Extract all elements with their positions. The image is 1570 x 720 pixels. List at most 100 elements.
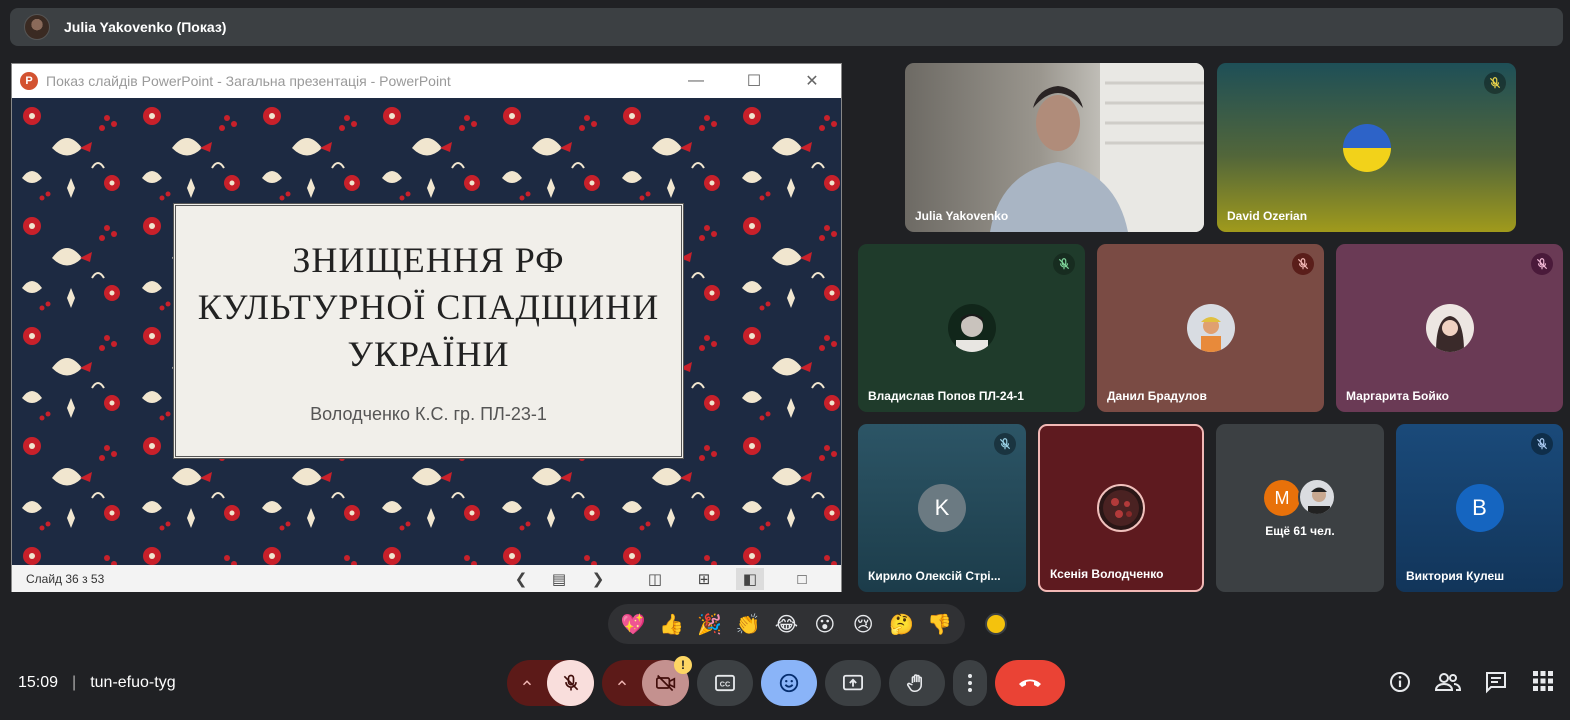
avatar: M — [1264, 480, 1300, 516]
slide-canvas: ЗНИЩЕННЯ РФ КУЛЬТУРНОЇ СПАДЩИНИ УКРАЇНИ … — [12, 98, 841, 565]
slide-title-line-1: ЗНИЩЕННЯ РФ — [292, 240, 565, 280]
participant-tile[interactable]: Julia Yakovenko — [905, 63, 1204, 232]
camera-warning-badge: ! — [674, 656, 692, 674]
presenter-bar[interactable]: Julia Yakovenko (Показ) — [10, 8, 1563, 46]
participant-name: Маргарита Бойко — [1346, 389, 1449, 403]
participant-video — [990, 63, 1204, 232]
normal-view-icon[interactable]: ◫ — [641, 568, 669, 590]
more-participants-count: Ещё 61 чел. — [1265, 524, 1335, 538]
raise-hand-button[interactable] — [889, 660, 945, 706]
captions-button[interactable]: CC — [697, 660, 753, 706]
meeting-details-button[interactable] — [1388, 670, 1412, 694]
mic-off-icon — [1531, 253, 1553, 275]
camera-options-chevron-icon[interactable] — [602, 676, 642, 690]
participant-tile-active[interactable]: Ксенія Володченко — [1038, 424, 1204, 592]
participant-name: Кирило Олексій Стрі... — [868, 569, 1001, 583]
participant-tile[interactable]: Данил Брадулов — [1097, 244, 1324, 412]
next-slide-icon[interactable]: ❯ — [584, 568, 612, 590]
powerpoint-logo-icon: P — [20, 72, 38, 90]
close-icon[interactable]: ✕ — [783, 64, 841, 98]
ppt-window-title: Показ слайдів PowerPoint - Загальна през… — [46, 73, 451, 89]
thinking-reaction[interactable]: 🤔 — [885, 612, 917, 637]
avatar — [1425, 304, 1474, 352]
skin-tone-selector[interactable] — [985, 613, 1007, 635]
laughing-reaction[interactable]: 😂 — [770, 612, 802, 637]
surprised-reaction[interactable]: 😮 — [809, 612, 841, 637]
mic-off-icon — [1292, 253, 1314, 275]
slide-title-line-3: УКРАЇНИ — [347, 334, 510, 374]
participant-tile[interactable]: Маргарита Бойко — [1336, 244, 1563, 412]
present-screen-icon — [843, 674, 863, 691]
slide-subtitle: Володченко К.С. гр. ПЛ-23-1 — [310, 404, 547, 424]
participant-name: Владислав Попов ПЛ-24-1 — [868, 389, 1024, 403]
mic-off-icon — [1484, 72, 1506, 94]
avatar — [1097, 484, 1145, 532]
participant-tile[interactable]: K Кирило Олексій Стрі... — [858, 424, 1026, 592]
participant-tile[interactable]: Владислав Попов ПЛ-24-1 — [858, 244, 1085, 412]
mic-off-icon — [1531, 433, 1553, 455]
activities-button[interactable] — [1532, 670, 1554, 692]
mic-off-icon — [563, 674, 578, 691]
participant-name: Виктория Кулеш — [1406, 569, 1505, 583]
more-vert-icon — [968, 674, 972, 692]
powerpoint-window[interactable]: P Показ слайдів PowerPoint - Загальна пр… — [11, 63, 842, 592]
meeting-info: 15:09 | tun-efuo-tyg — [18, 674, 176, 692]
hand-icon — [907, 674, 922, 693]
reading-view-icon[interactable]: ◧ — [736, 568, 764, 590]
sparkling-heart-reaction[interactable]: 💖 — [617, 612, 649, 637]
ppt-statusbar: Слайд 36 з 53 ❮ ▤ ❯ ◫ ⊞ ◧ □ — [12, 565, 841, 592]
avatar — [1298, 478, 1336, 516]
mic-off-icon — [1053, 253, 1075, 275]
thumbs-down-reaction[interactable]: 👎 — [924, 612, 956, 637]
clock-time: 15:09 — [18, 674, 59, 691]
ukraine-flag-avatar — [1342, 123, 1391, 172]
participant-tile[interactable]: B Виктория Кулеш — [1396, 424, 1563, 592]
leave-call-button[interactable] — [995, 660, 1065, 706]
apps-grid-icon — [1533, 671, 1553, 691]
slide-notes-icon[interactable]: ▤ — [545, 568, 573, 590]
chat-button[interactable] — [1484, 670, 1508, 694]
slide-sorter-icon[interactable]: ⊞ — [690, 568, 718, 590]
emoji-reactions-button[interactable] — [761, 660, 817, 706]
divider: | — [72, 674, 77, 691]
smiley-icon — [779, 673, 799, 693]
maximize-icon[interactable]: ☐ — [725, 64, 783, 98]
mic-toggle-button[interactable] — [547, 660, 594, 706]
presenter-avatar — [24, 14, 50, 40]
crying-reaction[interactable]: 😢 — [847, 612, 879, 637]
people-icon — [1435, 673, 1461, 691]
avatar: B — [1455, 484, 1504, 532]
mic-options-chevron-icon[interactable] — [507, 676, 547, 690]
svg-text:CC: CC — [720, 680, 730, 689]
slide-title-card: ЗНИЩЕННЯ РФ КУЛЬТУРНОЇ СПАДЩИНИ УКРАЇНИ … — [173, 203, 684, 459]
meeting-code[interactable]: tun-efuo-tyg — [90, 674, 175, 692]
captions-icon: CC — [715, 674, 735, 692]
participant-name: David Ozerian — [1227, 209, 1308, 223]
slide-title-line-2: КУЛЬТУРНОЇ СПАДЩИНИ — [197, 287, 660, 327]
reactions-bar: 💖 👍 🎉 👏 😂 😮 😢 🤔 👎 — [608, 604, 965, 644]
more-participants-tile[interactable]: M Ещё 61 чел. — [1216, 424, 1384, 592]
presenter-title: Julia Yakovenko (Показ) — [64, 19, 227, 35]
people-button[interactable] — [1435, 670, 1461, 694]
party-popper-reaction[interactable]: 🎉 — [694, 612, 726, 637]
info-icon — [1390, 672, 1410, 692]
chat-icon — [1486, 672, 1506, 694]
participant-name: Julia Yakovenko — [915, 209, 1009, 223]
more-options-button[interactable] — [953, 660, 987, 706]
clapping-reaction[interactable]: 👏 — [732, 612, 764, 637]
camera-off-icon — [655, 674, 675, 692]
slideshow-view-icon[interactable]: □ — [788, 568, 816, 590]
present-screen-button[interactable] — [825, 660, 881, 706]
avatar — [1186, 304, 1235, 352]
participant-tile[interactable]: David Ozerian — [1217, 63, 1516, 232]
mic-control-group — [507, 660, 594, 706]
slide-counter: Слайд 36 з 53 — [26, 571, 105, 586]
ppt-titlebar: P Показ слайдів PowerPoint - Загальна пр… — [12, 64, 841, 98]
prev-slide-icon[interactable]: ❮ — [507, 568, 535, 590]
participant-name: Ксенія Володченко — [1050, 567, 1164, 581]
avatar: K — [918, 484, 966, 532]
mic-off-icon — [994, 433, 1016, 455]
minimize-icon[interactable]: — — [667, 64, 725, 98]
thumbs-up-reaction[interactable]: 👍 — [655, 612, 687, 637]
participant-name: Данил Брадулов — [1107, 389, 1207, 403]
